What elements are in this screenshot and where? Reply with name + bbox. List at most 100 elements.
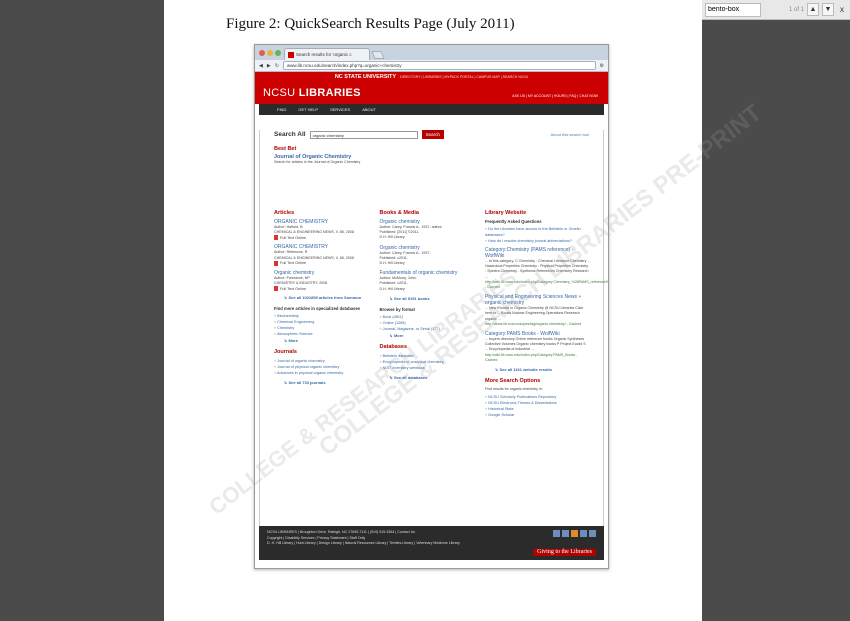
browse-format-heading: Browse by format: [379, 306, 415, 312]
viewer-left-margin: [0, 0, 164, 621]
find-prev-button[interactable]: ▲: [807, 3, 819, 16]
website-column: Library Website Frequently Asked Questio…: [485, 210, 608, 418]
website-result: Physical and Engineering Sciences News »…: [485, 294, 589, 327]
see-all-books: ↳ See all 5191 books: [389, 295, 430, 301]
ncsu-top-links: DIRECTORY | LIBRARIES | MYPACK PORTAL | …: [400, 75, 529, 79]
giving-badge: Giving to the Libraries: [533, 548, 596, 556]
book-location: D.H. Hill Library: [379, 261, 405, 266]
see-all-books-label: See all 5191 books: [393, 295, 430, 301]
journals-heading: Journals: [274, 349, 297, 356]
wrench-icon: ⚙: [599, 62, 604, 69]
see-all-website-label: See all 1161 website results: [499, 367, 552, 373]
article-item: ORGANIC CHEMISTRY Author: Halford, B CHE…: [274, 219, 378, 241]
social-icon: [580, 530, 587, 537]
website-result-text: ... buyers directory Online reference bo…: [485, 337, 586, 352]
articles-heading: Articles: [274, 210, 295, 216]
social-icons: [553, 530, 596, 537]
specialized-db-heading: Find more articles in specialized databa…: [274, 306, 361, 312]
back-icon: ◀: [259, 62, 263, 69]
find-input[interactable]: [705, 2, 761, 17]
see-all-articles-label: See all 1021859 articles from Summon: [288, 295, 362, 301]
best-bet: Best Bet Journal of Organic Chemistry Se…: [274, 146, 589, 165]
specialized-db-list: Biochemistry Chemical Engineering Chemis…: [274, 313, 378, 337]
tab-title: Search results for 'organic c: [296, 52, 352, 57]
website-result-title: Category:Chemistry (PAMS reference) - Wo…: [485, 247, 574, 259]
website-result: Category:Chemistry (PAMS reference) - Wo…: [485, 247, 608, 290]
more-dbs-link: ↳ More: [284, 338, 299, 344]
browser-tabstrip: Search results for 'organic c: [255, 45, 608, 60]
find-count: 1 of 1: [788, 6, 804, 13]
journals-list: Journal of organic chemistry Journal of …: [274, 358, 378, 376]
document-page: Figure 2: QuickSearch Results Page (July…: [164, 0, 767, 621]
close-dot-icon: [259, 50, 265, 56]
pdf-icon: [274, 286, 278, 292]
results-columns: Articles ORGANIC CHEMISTRY Author: Halfo…: [274, 210, 608, 418]
book-item: Fundamentals of organic chemistry Author…: [380, 270, 484, 292]
books-column: Books & Media Organic chemistry Author: …: [380, 210, 484, 418]
articles-column: Articles ORGANIC CHEMISTRY Author: Halfo…: [274, 210, 378, 418]
website-result-url: http://news.lib.ncsu.edu/pes/tag/organic…: [485, 321, 582, 326]
fulltext-label: Full Text Online: [280, 235, 307, 240]
social-icon: [562, 530, 569, 537]
utility-links: ASK US | MY ACCOUNT | HOURS | FAQ | CHAT…: [512, 94, 598, 98]
find-bar: 1 of 1 ▲ ▼ x: [702, 0, 850, 20]
list-item: How do I resolve chemistry journal abbre…: [485, 238, 589, 244]
list-item: NIST chemistry webbook: [380, 365, 484, 371]
window-controls: [259, 46, 281, 60]
ncsu-top-bar: NC STATE UNIVERSITY DIRECTORY | LIBRARIE…: [255, 72, 608, 82]
book-location: D.H. Hill Library: [379, 286, 405, 291]
nav-get-help: GET HELP: [298, 107, 319, 112]
more-options-heading: More Search Options: [485, 378, 541, 385]
see-all-journals-label: See all 733 journals: [288, 380, 326, 386]
footer-line-3: D. H. Hill Library | Hunt Library | Desi…: [267, 541, 460, 545]
about-search-link: About this search tool: [550, 132, 589, 137]
fulltext-link: Full Text Online: [274, 286, 378, 292]
article-item: Organic chemistry Author: Freestone, NP …: [274, 270, 378, 292]
find-close-button[interactable]: x: [837, 5, 847, 14]
forward-icon: ▶: [266, 62, 271, 69]
find-next-button[interactable]: ▼: [822, 3, 834, 16]
article-item: ORGANIC CHEMISTRY Author: Rebescoe, R CH…: [274, 244, 378, 266]
see-all-databases-label: See all databases: [393, 374, 428, 380]
nav-find: FIND: [277, 107, 287, 112]
see-all-journals: ↳ See all 733 journals: [284, 380, 326, 386]
reload-icon: ↻: [274, 62, 279, 69]
list-item: Journal, Magazine, or Serial (177): [380, 326, 484, 332]
figure-caption: Figure 2: QuickSearch Results Page (July…: [226, 16, 515, 32]
databases-heading: Databases: [379, 343, 408, 350]
best-bet-heading: Best Bet: [274, 146, 297, 152]
screenshot-browser-window: Search results for 'organic c ◀ ▶ ↻ www.…: [254, 44, 609, 569]
browser-tab: Search results for 'organic c: [284, 48, 370, 60]
list-item: Atmospheric Science: [274, 331, 378, 337]
format-list: Book (4811) Online (1289) Journal, Magaz…: [380, 314, 484, 332]
site-footer: NCSU LIBRARIES | Broughton Drive, Raleig…: [259, 526, 604, 560]
search-row: Search All organic chemistry Search Abou…: [274, 130, 589, 139]
pdf-icon: [274, 260, 278, 266]
favicon-icon: [288, 51, 294, 58]
library-logo: NCSU LIBRARIES: [263, 87, 361, 99]
library-nav: FIND GET HELP SERVICES ABOUT: [259, 104, 604, 115]
library-logo-bold: LIBRARIES: [298, 87, 361, 99]
results-content: Search All organic chemistry Search Abou…: [259, 130, 608, 530]
search-label: Search All: [274, 131, 306, 138]
zoom-dot-icon: [275, 50, 281, 56]
browser-toolbar: ◀ ▶ ↻ www.lib.ncsu.edu/search/index.php?…: [255, 60, 608, 72]
books-heading: Books & Media: [379, 210, 419, 216]
website-heading: Library Website: [485, 210, 527, 216]
fulltext-link: Full Text Online: [274, 235, 378, 241]
faq-heading: Frequently Asked Questions: [485, 219, 542, 224]
more-formats-link: ↳ More: [389, 332, 404, 338]
best-bet-desc: Search for articles in the Journal of Or…: [274, 160, 361, 164]
website-result-text: ... New Ebooks in Organic Chemistry @ NC…: [485, 306, 584, 321]
fulltext-label: Full Text Online: [280, 261, 307, 266]
more-options-list: NCSU Scholarly Publications Repository N…: [485, 394, 589, 418]
library-header: NCSU LIBRARIES ASK US | MY ACCOUNT | HOU…: [255, 82, 608, 104]
see-all-articles: ↳ See all 1021859 articles from Summon: [284, 295, 362, 301]
list-item: Google Scholar: [485, 412, 589, 418]
more-dbs-label: More: [288, 338, 299, 344]
website-result-title: Physical and Engineering Sciences News »…: [485, 294, 582, 307]
website-result-url: http://wiki.lib.ncsu.edu/index.php/Categ…: [485, 352, 578, 362]
social-icon: [571, 530, 578, 537]
list-item: Do the Libraries have access to the Beil…: [485, 226, 589, 238]
minimize-dot-icon: [267, 50, 273, 56]
